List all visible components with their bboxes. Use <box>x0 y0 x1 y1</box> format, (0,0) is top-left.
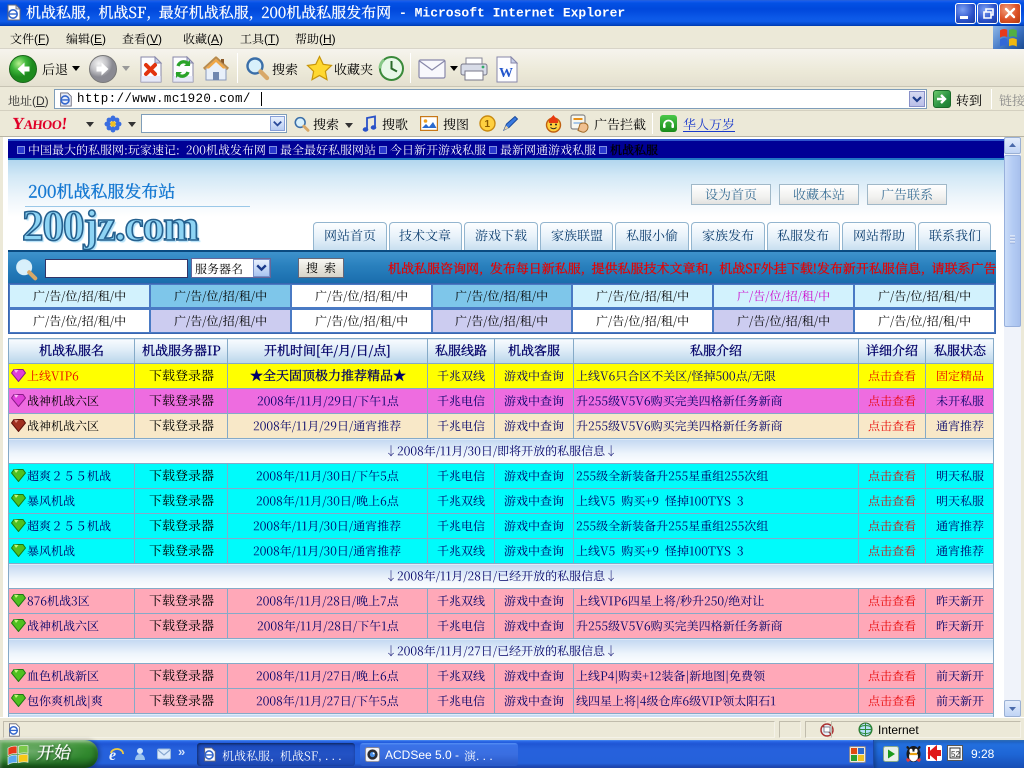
svg-text:W: W <box>499 66 513 81</box>
svg-text:1: 1 <box>485 119 491 130</box>
svg-text:52: 52 <box>951 750 960 759</box>
